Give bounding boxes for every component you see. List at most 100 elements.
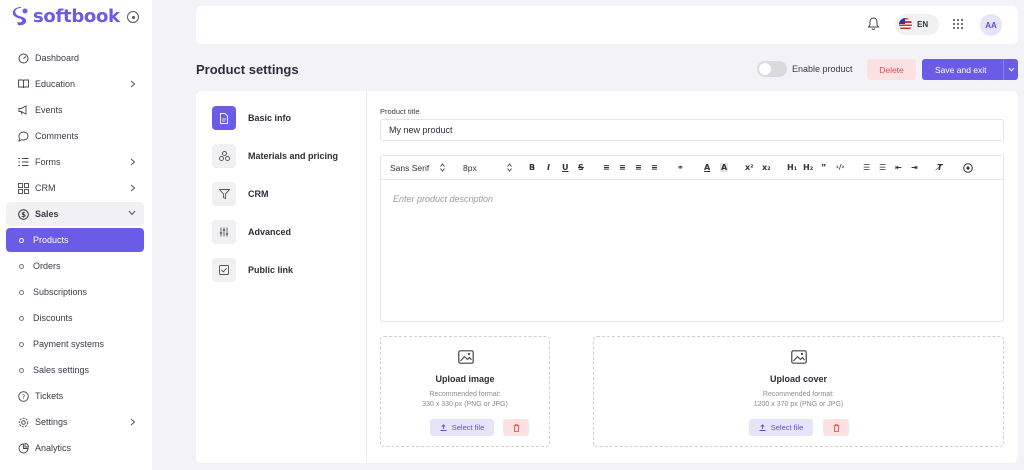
upload-image-hint-line1: Recommended format: [429,391,501,398]
strikethrough-icon[interactable]: S [578,163,584,172]
help-icon: ? [17,390,29,402]
delete-image-button[interactable] [503,419,529,436]
description-placeholder: Enter product description [393,194,494,204]
bullet-icon [19,367,24,373]
select-file-label: Select file [451,423,485,432]
sidebar-subitem-sales-settings[interactable]: Sales settings [6,358,144,382]
blockquote-icon[interactable]: ” [821,163,826,172]
enable-product-toggle[interactable] [757,61,787,77]
upload-cover-hint: Recommended format: 1200 x 370 px (PNG o… [594,390,1003,410]
sidebar-item-events[interactable]: Events [6,98,144,122]
tab-label: Basic info [248,113,292,123]
chevron-right-icon [130,418,136,426]
us-flag-icon [899,18,912,31]
sidebar-item-label: Orders [33,261,61,271]
trash-icon [833,423,839,432]
upload-cover-hint-line1: Recommended format: [762,391,835,398]
sidebar-subitem-discounts[interactable]: Discounts [6,306,144,330]
sidebar-item-forms[interactable]: Forms [6,150,144,174]
sidebar-item-tickets[interactable]: ? Tickets [6,384,144,408]
heading1-icon[interactable]: H₁ [787,163,797,172]
sidebar-item-label: Tickets [35,391,64,401]
align-center-icon[interactable]: ≡ [619,163,626,172]
chevron-right-icon [130,80,136,88]
sidebar-item-settings[interactable]: Settings [6,410,144,434]
align-left-icon[interactable]: ≡ [603,163,610,172]
code-icon[interactable]: ‹/› [836,163,844,171]
ordered-list-icon[interactable]: ☰ [863,163,870,172]
select-file-button[interactable]: Select file [749,419,813,436]
sidebar-item-label: Education [35,79,76,89]
underline-icon[interactable]: U [562,163,569,172]
outdent-icon[interactable]: ⇤ [895,163,902,172]
sidebar-subitem-products[interactable]: Products [6,228,144,252]
subscript-icon[interactable]: x₂ [762,163,771,172]
bell-icon[interactable] [867,17,880,31]
upload-icon [759,424,766,431]
dollar-icon: $ [17,208,29,220]
product-title-label: Product title [380,107,420,116]
sidebar-item-dashboard[interactable]: Dashboard [6,46,144,70]
sliders-icon [212,220,236,244]
italic-icon[interactable]: I [547,163,550,172]
clear-format-icon[interactable]: T̸ [937,163,942,172]
sidebar-item-analytics[interactable]: Analytics [6,436,144,460]
upload-image-dropzone[interactable]: Upload image Recommended format: 330 x 3… [380,336,550,447]
sidebar: softbook Dashboard Education Events Comm… [0,0,152,470]
sidebar-subitem-subscriptions[interactable]: Subscriptions [6,280,144,304]
highlight-icon[interactable]: A [720,163,729,172]
delete-button[interactable]: Delete [867,59,916,80]
bold-icon[interactable]: B [529,163,535,172]
upload-cover-dropzone[interactable]: Upload cover Recommended format: 1200 x … [593,336,1004,447]
bullet-icon [19,315,24,321]
tab-advanced[interactable]: Advanced [212,220,291,244]
bullet-list-icon[interactable]: ☰ [879,163,886,172]
tab-basic-info[interactable]: Basic info [212,106,291,130]
divider [366,91,367,463]
chevron-down-icon [1008,67,1014,72]
list-icon [17,156,29,168]
video-icon[interactable] [963,163,973,173]
save-options-dropdown[interactable] [1003,59,1018,80]
sidebar-item-label: Comments [35,131,79,141]
tab-materials-and-pricing[interactable]: Materials and pricing [212,144,338,168]
align-justify-icon[interactable]: ≡ [651,163,658,172]
align-right-icon[interactable]: ≡ [635,163,642,172]
select-arrows-icon [440,163,445,172]
select-file-button[interactable]: Select file [430,419,494,436]
superscript-icon[interactable]: x² [745,163,754,172]
svg-text:?: ? [21,393,24,401]
font-family-select[interactable]: Sans Serif [390,163,429,173]
product-settings-card: Basic info Materials and pricing CRM Adv… [196,91,1018,463]
collapse-sidebar-button[interactable] [127,11,139,23]
description-editor[interactable]: Sans Serif 8px B I U S ≡ ≡ ≡ ≡ ⚭ A A x² … [380,155,1004,322]
delete-cover-button[interactable] [823,419,849,436]
logo[interactable]: softbook [12,6,120,27]
tab-crm[interactable]: CRM [212,182,269,206]
chevron-down-icon [128,210,136,216]
funnel-icon [212,182,236,206]
sidebar-item-sales[interactable]: $ Sales [6,202,144,226]
sidebar-subitem-payment-systems[interactable]: Payment systems [6,332,144,356]
sidebar-item-label: Events [35,105,63,115]
link-icon[interactable]: ⚭ [677,163,684,172]
analytics-icon [17,442,29,454]
tab-public-link[interactable]: Public link [212,258,293,282]
avatar[interactable]: AA [980,14,1002,36]
product-title-input[interactable] [380,119,1004,141]
sidebar-item-label: CRM [35,183,56,193]
bullet-icon [19,341,24,347]
sidebar-item-crm[interactable]: CRM [6,176,144,200]
apps-grid-icon[interactable] [953,19,964,30]
sidebar-item-comments[interactable]: Comments [6,124,144,148]
heading2-icon[interactable]: H₂ [803,163,813,172]
upload-image-title: Upload image [435,374,495,384]
editor-toolbar: Sans Serif 8px B I U S ≡ ≡ ≡ ≡ ⚭ A A x² … [381,156,1003,180]
sidebar-item-label: Products [33,235,69,245]
sidebar-item-education[interactable]: Education [6,72,144,96]
font-size-select[interactable]: 8px [463,163,477,173]
text-color-icon[interactable]: A [704,163,710,172]
indent-icon[interactable]: ⇥ [911,163,918,172]
language-switcher[interactable]: EN [895,14,939,35]
sidebar-subitem-orders[interactable]: Orders [6,254,144,278]
